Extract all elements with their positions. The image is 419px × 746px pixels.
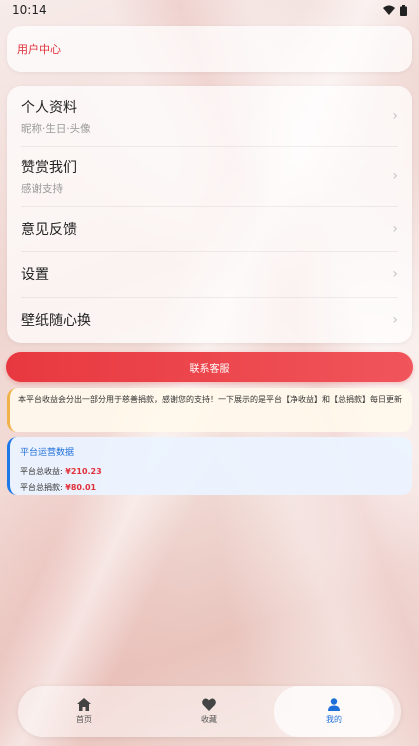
heart-icon	[202, 698, 216, 711]
income-value: ¥210.23	[65, 467, 102, 476]
stats-title: 平台运营数据	[20, 448, 75, 458]
home-icon	[77, 698, 91, 711]
stats-donation-row: 平台总捐款: ¥80.01	[20, 480, 402, 496]
menu-item-title: 意见反馈	[21, 221, 77, 238]
chevron-right-icon: ›	[392, 266, 398, 282]
status-time: 10:14	[12, 3, 47, 17]
tab-label: 我的	[326, 715, 342, 724]
menu-item-wallpaper[interactable]: 壁纸随心换 ›	[7, 297, 412, 343]
user-center-header: 用户中心	[7, 26, 412, 72]
menu-item-title: 壁纸随心换	[21, 313, 91, 329]
menu-item-title: 个人资料	[21, 99, 77, 116]
stats-income-row: 平台总收益: ¥210.23	[20, 464, 402, 480]
user-center-title: 用户中心	[17, 43, 61, 56]
battery-icon	[400, 4, 407, 16]
wifi-icon	[383, 5, 395, 15]
menu-item-feedback[interactable]: 意见反馈 ›	[7, 206, 412, 251]
menu-item-title: 设置	[21, 267, 49, 283]
menu-item-profile[interactable]: 个人资料 昵称·生日·头像 ›	[7, 86, 412, 146]
chevron-right-icon: ›	[392, 312, 398, 328]
income-label: 平台总收益:	[20, 467, 63, 476]
contact-support-button[interactable]: 联系客服	[6, 352, 413, 382]
menu-item-settings[interactable]: 设置 ›	[7, 251, 412, 297]
platform-stats-card: 平台运营数据 平台总收益: ¥210.23 平台总捐款: ¥80.01	[7, 437, 412, 495]
donation-label: 平台总捐款:	[20, 483, 63, 492]
chevron-right-icon: ›	[392, 108, 398, 124]
donation-notice: 本平台收益会分出一部分用于慈善捐款，感谢您的支持！一下展示的是平台【净收益】和【…	[7, 388, 412, 432]
tab-label: 收藏	[201, 715, 217, 724]
menu-item-appreciate[interactable]: 赞赏我们 感谢支持 ›	[7, 146, 412, 206]
status-bar: 10:14	[0, 0, 419, 20]
tab-favorites[interactable]: 收藏	[149, 686, 269, 737]
tab-mine[interactable]: 我的	[274, 686, 394, 737]
menu-item-subtitle: 昵称·生日·头像	[21, 122, 91, 135]
chevron-right-icon: ›	[392, 220, 398, 237]
user-icon	[328, 698, 340, 711]
menu-item-title: 赞赏我们	[21, 159, 77, 176]
notice-text: 本平台收益会分出一部分用于慈善捐款，感谢您的支持！一下展示的是平台【净收益】和【…	[18, 395, 402, 404]
tab-label: 首页	[76, 715, 92, 724]
chevron-right-icon: ›	[392, 168, 398, 184]
donation-value: ¥80.01	[65, 483, 97, 492]
settings-menu: 个人资料 昵称·生日·头像 › 赞赏我们 感谢支持 › 意见反馈 › 设置 › …	[7, 86, 412, 343]
menu-item-subtitle: 感谢支持	[21, 182, 63, 195]
bottom-tab-bar: 首页 收藏 我的	[18, 686, 401, 737]
tab-home[interactable]: 首页	[24, 686, 144, 737]
